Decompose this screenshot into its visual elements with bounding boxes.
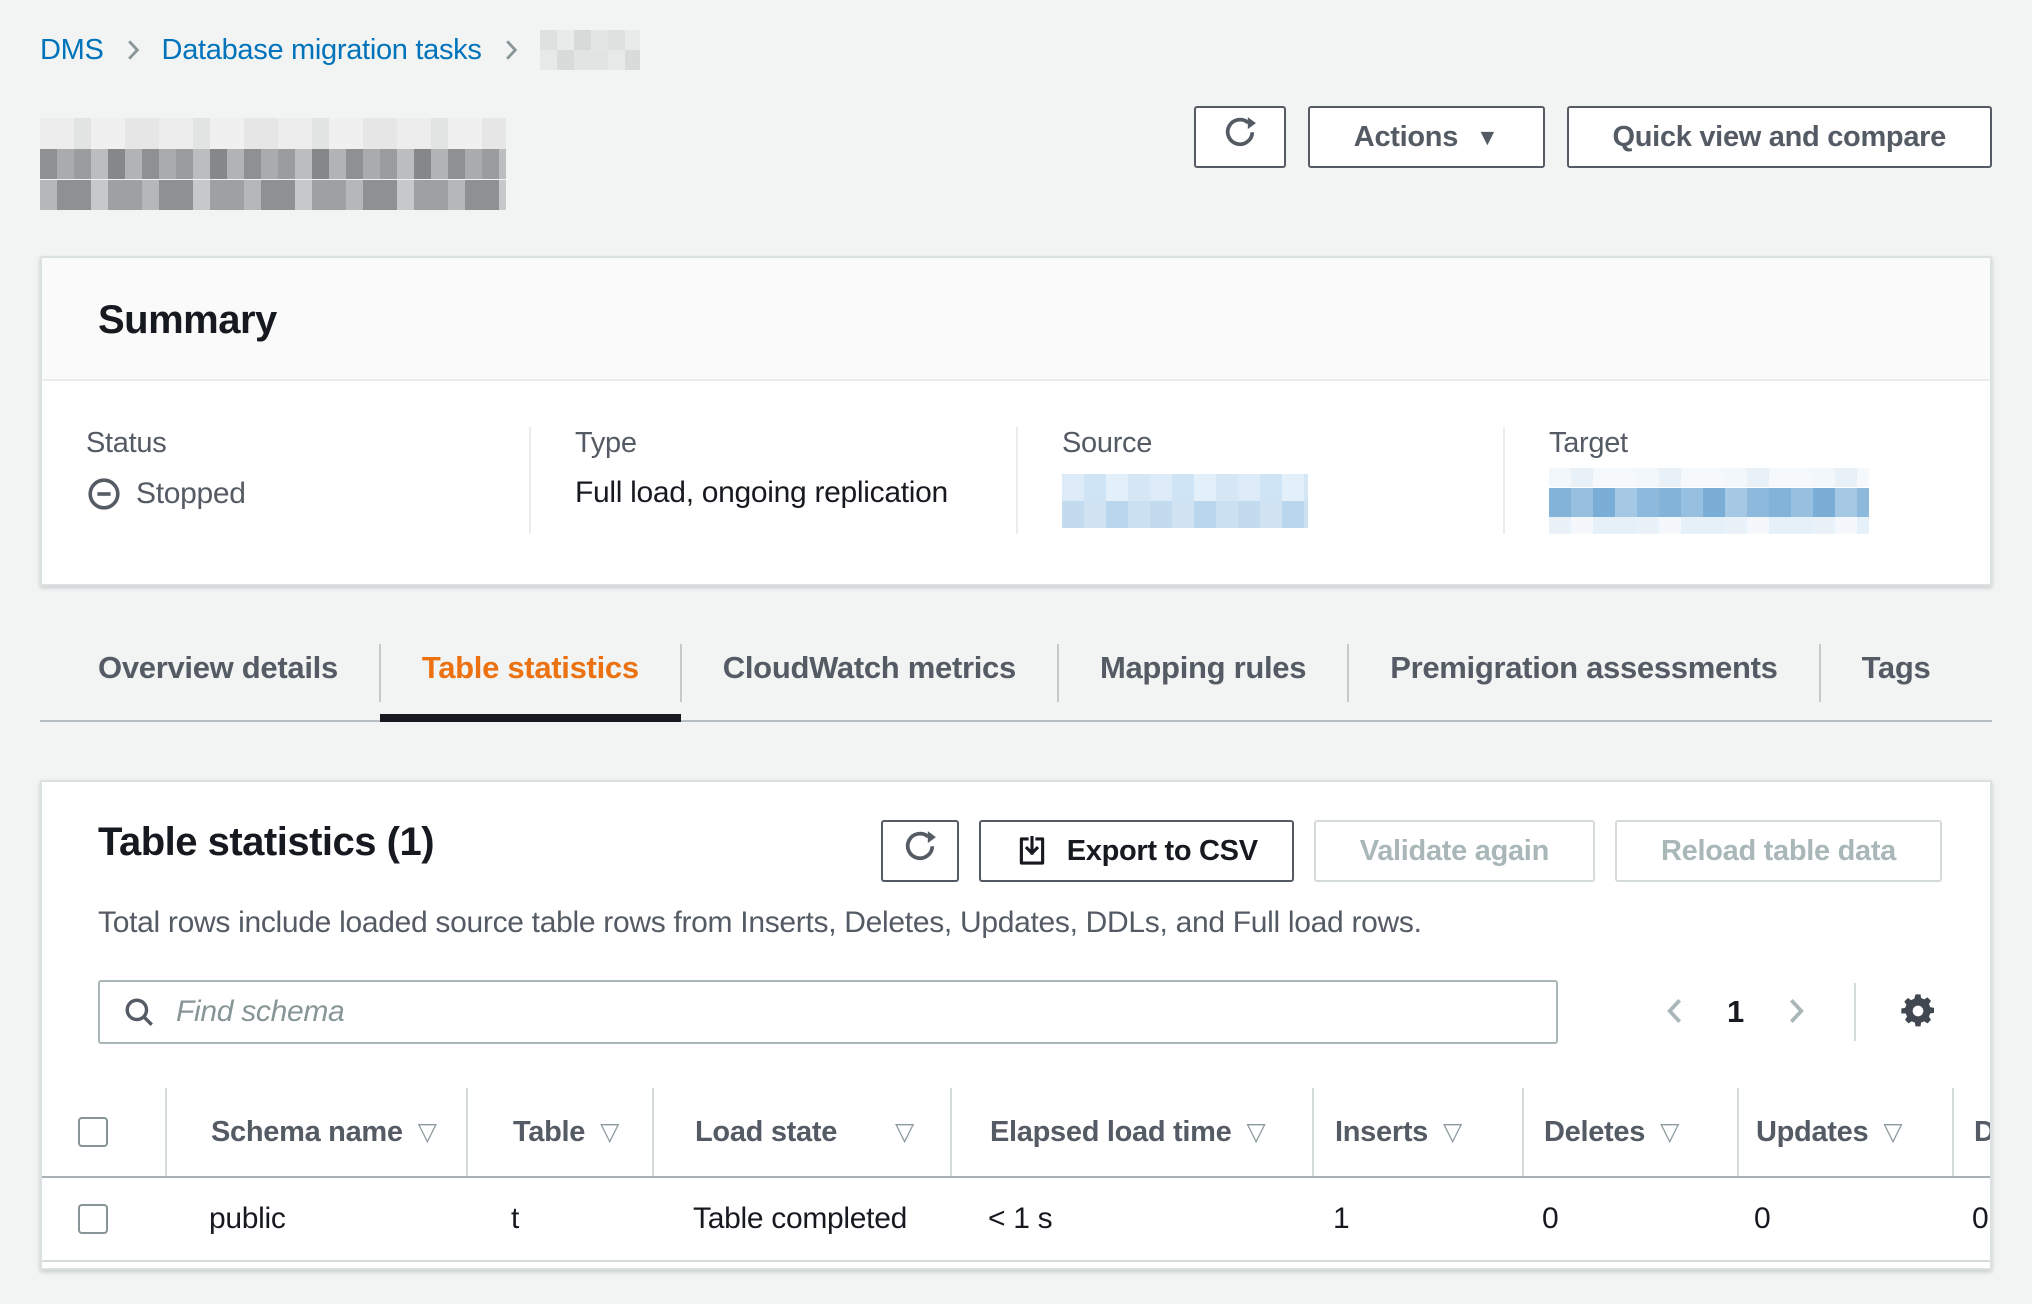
select-all-cell	[42, 1088, 165, 1176]
search-input[interactable]	[174, 994, 1534, 1030]
cell-load-state: Table completed	[652, 1178, 950, 1260]
export-to-csv-button[interactable]: Export to CSV	[979, 820, 1294, 882]
table-statistics-header: Table statistics (1) Export to CSV	[42, 782, 1990, 882]
column-header-elapsed-load-time[interactable]: Elapsed load time▽	[950, 1088, 1312, 1176]
chevron-left-icon	[1659, 995, 1691, 1030]
type-value: Full load, ongoing replication	[575, 476, 980, 510]
column-header-load-state[interactable]: Load state▽	[652, 1088, 950, 1176]
previous-page-button[interactable]	[1655, 991, 1695, 1034]
refresh-icon	[1222, 115, 1258, 159]
table-row: public t Table completed < 1 s 1 0 0 0	[42, 1178, 1990, 1262]
tab-mapping-rules[interactable]: Mapping rules	[1058, 642, 1348, 720]
export-label: Export to CSV	[1067, 835, 1258, 868]
page-header: Actions ▼ Quick view and compare	[40, 106, 1992, 210]
cell-updates: 0	[1737, 1178, 1952, 1260]
field-source: Source	[1016, 427, 1503, 534]
download-icon	[1015, 834, 1049, 868]
source-link-redacted[interactable]	[1062, 474, 1308, 528]
search-icon	[122, 995, 156, 1029]
column-header-inserts[interactable]: Inserts▽	[1312, 1088, 1522, 1176]
reload-label: Reload table data	[1661, 835, 1896, 868]
status-text: Stopped	[136, 477, 246, 511]
page-header-actions: Actions ▼ Quick view and compare	[1194, 106, 1992, 168]
field-type: Type Full load, ongoing replication	[529, 427, 1016, 534]
row-checkbox[interactable]	[78, 1204, 108, 1234]
column-header-schema-name[interactable]: Schema name▽	[165, 1088, 466, 1176]
task-title-redacted	[40, 118, 506, 210]
tab-premigration-assessments[interactable]: Premigration assessments	[1348, 642, 1819, 720]
sort-icon: ▽	[1660, 1117, 1679, 1147]
actions-label: Actions	[1354, 121, 1458, 154]
breadcrumb-current-redacted[interactable]	[540, 30, 640, 70]
validate-label: Validate again	[1360, 835, 1549, 868]
summary-card: Summary Status Stopped Type Full load, o…	[40, 256, 1992, 586]
field-target: Target	[1503, 427, 1990, 534]
source-label: Source	[1062, 427, 1467, 460]
validate-again-button[interactable]: Validate again	[1314, 820, 1595, 882]
chevron-right-icon	[498, 37, 524, 63]
tab-strip: Overview details Table statistics CloudW…	[40, 642, 1992, 722]
table-statistics-description: Total rows include loaded source table r…	[42, 906, 1990, 940]
row-select-cell	[42, 1178, 165, 1260]
breadcrumb: DMS Database migration tasks	[40, 30, 1992, 70]
table-toolbar: 1	[42, 980, 1990, 1044]
cell-ddls: 0	[1952, 1178, 1992, 1260]
type-label: Type	[575, 427, 980, 460]
divider	[1854, 983, 1856, 1041]
column-header-table[interactable]: Table▽	[466, 1088, 652, 1176]
tab-cloudwatch-metrics[interactable]: CloudWatch metrics	[681, 642, 1058, 720]
field-status: Status Stopped	[42, 427, 529, 534]
schema-search	[98, 980, 1558, 1044]
caret-down-icon: ▼	[1476, 126, 1498, 149]
summary-card-body: Status Stopped Type Full load, ongoing r…	[42, 381, 1990, 584]
cell-table: t	[466, 1178, 652, 1260]
breadcrumb-link-tasks[interactable]: Database migration tasks	[162, 34, 482, 67]
sort-icon: ▽	[418, 1117, 437, 1147]
summary-card-header: Summary	[42, 258, 1990, 381]
reload-table-data-button[interactable]: Reload table data	[1615, 820, 1942, 882]
chevron-right-icon	[1780, 995, 1812, 1030]
tab-overview-details[interactable]: Overview details	[56, 642, 380, 720]
quick-view-compare-button[interactable]: Quick view and compare	[1567, 106, 1992, 168]
target-link-redacted[interactable]	[1549, 468, 1869, 534]
current-page-number[interactable]: 1	[1721, 994, 1750, 1030]
minus-circle-icon	[86, 476, 122, 512]
column-header-updates[interactable]: Updates▽	[1737, 1088, 1952, 1176]
sort-icon: ▽	[1443, 1117, 1462, 1147]
table-preferences-button[interactable]	[1894, 987, 1942, 1038]
actions-menu-button[interactable]: Actions ▼	[1308, 106, 1545, 168]
cell-schema-name: public	[165, 1178, 466, 1260]
sort-icon: ▽	[1246, 1117, 1265, 1147]
sort-icon: ▽	[895, 1117, 914, 1147]
table-statistics-buttons: Export to CSV Validate again Reload tabl…	[881, 820, 1942, 882]
cell-inserts: 1	[1312, 1178, 1522, 1260]
refresh-table-button[interactable]	[881, 820, 959, 882]
status-label: Status	[86, 427, 493, 460]
tab-tags[interactable]: Tags	[1820, 642, 1973, 720]
column-header-ddls[interactable]: DDLs▽	[1952, 1088, 1992, 1176]
summary-title: Summary	[98, 298, 1934, 343]
table-statistics-title: Table statistics (1)	[98, 820, 434, 865]
next-page-button[interactable]	[1776, 991, 1816, 1034]
table-statistics-table: Schema name▽ Table▽ Load state▽ Elapsed …	[42, 1088, 1990, 1262]
cell-deletes: 0	[1522, 1178, 1737, 1260]
tab-table-statistics[interactable]: Table statistics	[380, 642, 681, 720]
chevron-right-icon	[120, 37, 146, 63]
refresh-icon	[902, 829, 938, 873]
select-all-checkbox[interactable]	[78, 1117, 108, 1147]
status-value: Stopped	[86, 476, 493, 512]
quick-view-label: Quick view and compare	[1613, 121, 1946, 154]
table-statistics-card: Table statistics (1) Export to CSV	[40, 780, 1992, 1270]
refresh-button[interactable]	[1194, 106, 1286, 168]
dms-task-page: DMS Database migration tasks Actions ▼ Q…	[0, 30, 2032, 1270]
sort-icon: ▽	[1883, 1117, 1902, 1147]
column-header-deletes[interactable]: Deletes▽	[1522, 1088, 1737, 1176]
cell-elapsed-load-time: < 1 s	[950, 1178, 1312, 1260]
breadcrumb-link-dms[interactable]: DMS	[40, 34, 104, 67]
pagination: 1	[1655, 983, 1942, 1041]
gear-icon	[1898, 991, 1938, 1034]
sort-icon: ▽	[600, 1117, 619, 1147]
target-label: Target	[1549, 427, 1954, 460]
table-header-row: Schema name▽ Table▽ Load state▽ Elapsed …	[42, 1088, 1990, 1178]
